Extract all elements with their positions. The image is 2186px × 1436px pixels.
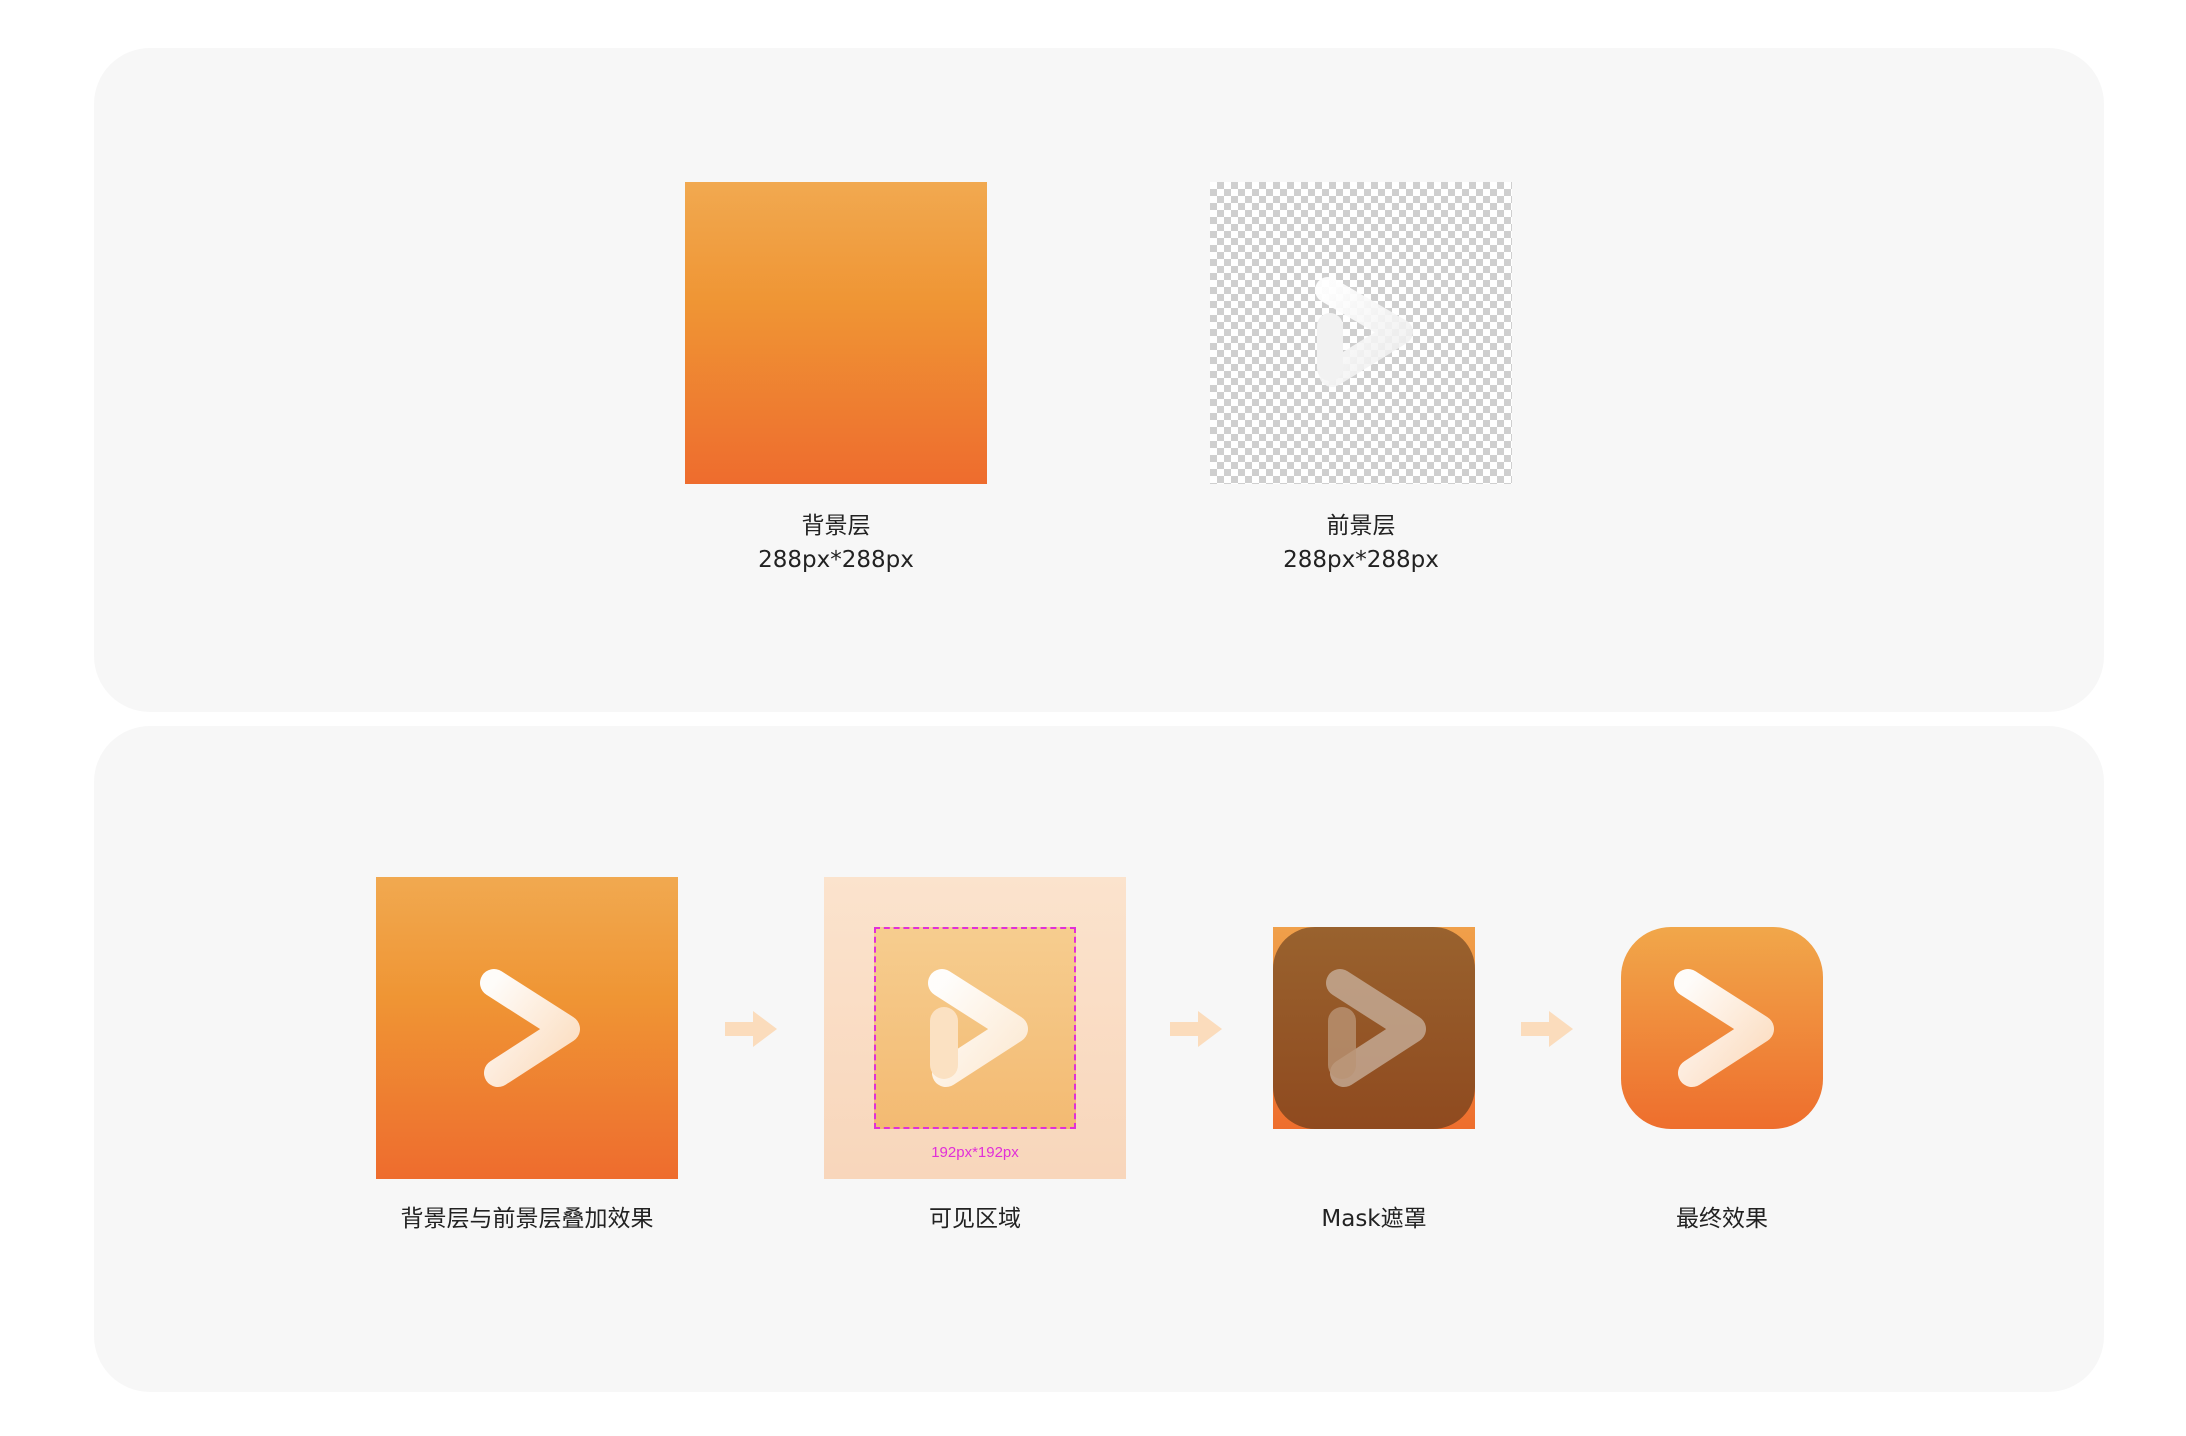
mask-label: Mask遮罩	[1321, 1206, 1427, 1232]
play-triangle-icon	[480, 969, 580, 1087]
visible-area-dimension: 192px*192px	[931, 1144, 1019, 1161]
layers-panel	[94, 48, 2104, 712]
background-layer-caption: 背景层 288px*288px	[635, 509, 1037, 577]
foreground-layer-caption: 前景层 288px*288px	[1159, 509, 1563, 577]
play-triangle-icon	[1315, 277, 1413, 387]
visible-area-outline	[874, 927, 1076, 1129]
final-icon-tile	[1621, 927, 1823, 1129]
play-triangle-icon	[1326, 969, 1426, 1087]
mask-caption: Mask遮罩	[1173, 1202, 1575, 1236]
foreground-layer-size: 288px*288px	[1283, 547, 1439, 573]
overlay-result-tile	[376, 877, 678, 1179]
arrow-right-icon	[1170, 1011, 1222, 1047]
foreground-layer-tile	[1210, 182, 1512, 484]
mask-tile	[1273, 927, 1475, 1129]
arrow-right-icon	[1521, 1011, 1573, 1047]
overlay-result-caption: 背景层与前景层叠加效果	[326, 1202, 728, 1236]
final-caption: 最终效果	[1521, 1202, 1923, 1236]
overlay-result-label: 背景层与前景层叠加效果	[400, 1206, 654, 1232]
visible-area-caption: 可见区域	[774, 1202, 1176, 1236]
background-layer-tile	[685, 182, 987, 484]
final-label: 最终效果	[1676, 1206, 1768, 1232]
visible-area-tile: 192px*192px	[824, 877, 1126, 1179]
play-triangle-icon	[1674, 969, 1774, 1087]
foreground-layer-title: 前景层	[1326, 513, 1396, 539]
visible-area-label: 可见区域	[929, 1206, 1021, 1232]
background-layer-size: 288px*288px	[758, 547, 914, 573]
background-layer-title: 背景层	[801, 513, 871, 539]
arrow-right-icon	[725, 1011, 777, 1047]
